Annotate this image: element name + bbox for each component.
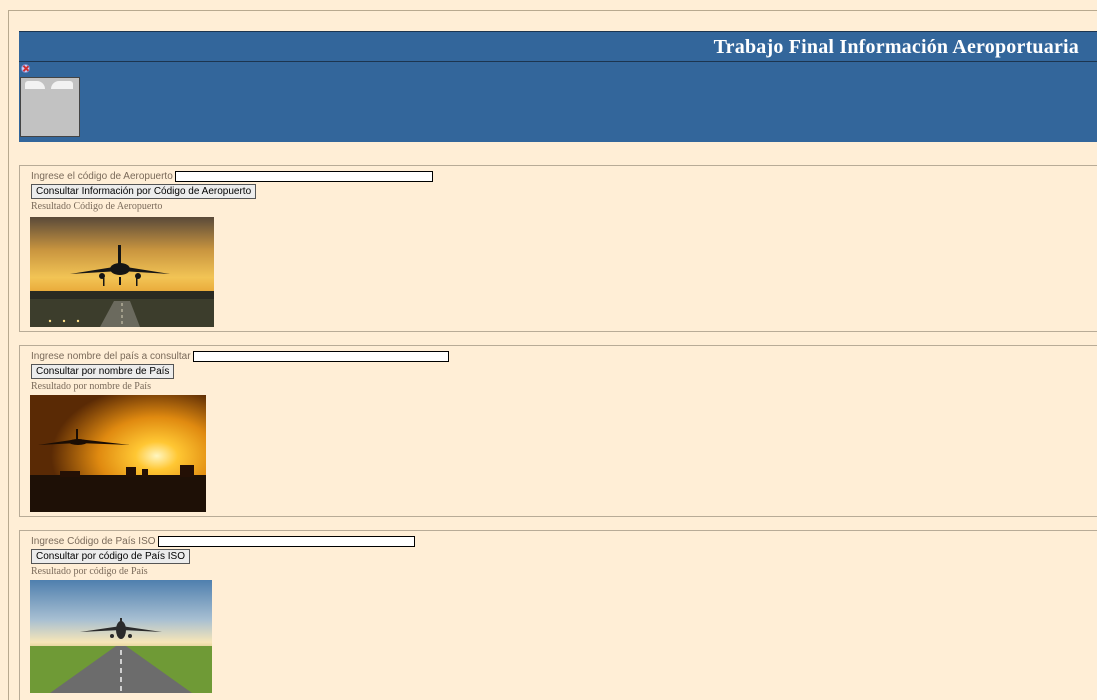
image-placeholder <box>20 77 80 137</box>
airport-code-label: Ingrese el código de Aeropuerto <box>31 171 173 182</box>
header-banner: Trabajo Final Información Aeroportuaria <box>19 31 1097 142</box>
iso-code-label: Ingrese Código de País ISO <box>31 536 156 547</box>
section-airport-code: Ingrese el código de Aeropuerto Consulta… <box>19 165 1097 332</box>
country-name-input[interactable] <box>192 351 449 362</box>
consult-country-name-button[interactable]: Consultar por nombre de País <box>31 364 175 379</box>
airport-code-row: Ingrese el código de Aeropuerto <box>31 171 433 182</box>
airport-code-result-label: Resultado Código de Aeropuerto <box>31 201 163 212</box>
iso-code-result-label: Resultado por código de País <box>31 566 148 577</box>
airport-landing-photo <box>30 217 214 327</box>
consult-airport-code-button[interactable]: Consultar Información por Código de Aero… <box>31 184 257 199</box>
broken-image-badge-icon <box>21 64 30 73</box>
sunset-plane-photo <box>30 395 206 512</box>
page-title: Trabajo Final Información Aeroportuaria <box>713 36 1079 58</box>
iso-code-input[interactable] <box>157 536 415 547</box>
country-name-label: Ingrese nombre del país a consultar <box>31 351 191 362</box>
consult-iso-code-button[interactable]: Consultar por código de País ISO <box>31 549 190 564</box>
section-iso-code: Ingrese Código de País ISO Consultar por… <box>19 530 1097 700</box>
country-name-row: Ingrese nombre del país a consultar <box>31 351 449 362</box>
iso-code-row: Ingrese Código de País ISO <box>31 536 415 547</box>
header-divider <box>19 61 1097 62</box>
country-name-result-label: Resultado por nombre de País <box>31 381 151 392</box>
runway-takeoff-photo <box>30 580 212 693</box>
airport-code-input[interactable] <box>174 171 433 182</box>
broken-image-icon <box>19 63 81 139</box>
section-country-name: Ingrese nombre del país a consultar Cons… <box>19 345 1097 517</box>
